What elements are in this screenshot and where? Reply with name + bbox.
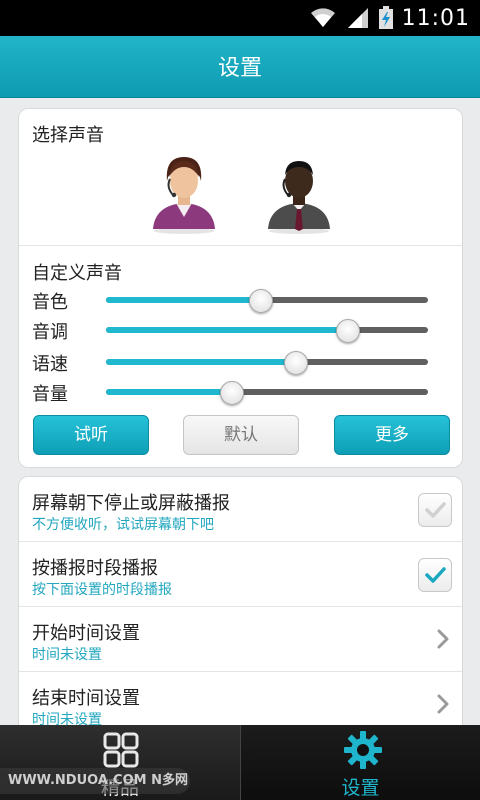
- screen-down-checkbox[interactable]: [418, 493, 452, 527]
- playback-settings-card: 屏幕朝下停止或屏蔽播报 不方便收听，试试屏幕朝下吧 按播报时段播报 按下面设置的…: [18, 476, 463, 728]
- wifi-icon: [310, 8, 335, 27]
- slider-row: 音调: [32, 315, 447, 345]
- row-title: 开始时间设置: [32, 623, 140, 644]
- slider-thumb[interactable]: [335, 319, 360, 343]
- clock: 11:01: [401, 5, 470, 31]
- more-button[interactable]: 更多: [334, 415, 450, 455]
- settings-row-start-time[interactable]: 开始时间设置 时间未设置: [19, 607, 462, 672]
- slider-fill: [106, 297, 261, 303]
- settings-row-time-period[interactable]: 按播报时段播报 按下面设置的时段播报: [19, 542, 462, 607]
- row-title: 结束时间设置: [32, 688, 140, 709]
- default-button[interactable]: 默认: [183, 415, 299, 455]
- check-icon: [425, 502, 446, 518]
- slider-thumb[interactable]: [248, 289, 273, 313]
- tab-settings-label: 设置: [341, 777, 380, 799]
- slider-track[interactable]: [106, 327, 428, 333]
- app-header: 设置: [0, 36, 480, 98]
- settings-row-screen-down[interactable]: 屏幕朝下停止或屏蔽播报 不方便收听，试试屏幕朝下吧: [19, 477, 462, 542]
- status-bar: 11:01: [0, 0, 480, 36]
- row-title: 按播报时段播报: [32, 558, 158, 579]
- slider-row: 语速: [32, 347, 447, 377]
- row-subtitle: 时间未设置: [32, 647, 102, 663]
- tab-settings[interactable]: 设置: [241, 725, 480, 800]
- select-voice-title: 选择声音: [32, 125, 104, 146]
- grid-icon: [103, 732, 139, 768]
- slider-fill: [106, 389, 232, 395]
- slider-row: 音量: [32, 377, 447, 407]
- slider-row: 音色: [32, 285, 447, 315]
- female-voice-avatar[interactable]: [149, 151, 219, 235]
- slider-label: 语速: [32, 354, 68, 375]
- slider-label: 音调: [32, 322, 68, 343]
- row-subtitle: 按下面设置的时段播报: [32, 582, 172, 598]
- slider-thumb[interactable]: [283, 351, 308, 375]
- battery-charging-icon: [378, 6, 393, 29]
- page-title: 设置: [217, 56, 262, 81]
- chevron-right-icon: [437, 629, 449, 649]
- row-title: 屏幕朝下停止或屏蔽播报: [32, 493, 230, 514]
- check-icon: [425, 567, 446, 583]
- slider-track[interactable]: [106, 389, 428, 395]
- try-listen-button[interactable]: 试听: [33, 415, 149, 455]
- slider-fill: [106, 359, 296, 365]
- slider-label: 音色: [32, 292, 68, 313]
- signal-icon: [347, 8, 368, 28]
- male-voice-avatar[interactable]: [264, 151, 334, 235]
- slider-thumb[interactable]: [219, 381, 244, 405]
- chevron-right-icon: [437, 694, 449, 714]
- slider-fill: [106, 327, 348, 333]
- slider-track[interactable]: [106, 359, 428, 365]
- custom-voice-title: 自定义声音: [32, 263, 122, 284]
- time-period-checkbox[interactable]: [418, 558, 452, 592]
- watermark: WWW.NDUOA.COM N多网: [0, 768, 190, 794]
- row-subtitle: 不方便收听，试试屏幕朝下吧: [32, 517, 214, 533]
- section-divider: [19, 245, 462, 246]
- settings-row-end-time[interactable]: 结束时间设置 时间未设置: [19, 672, 462, 727]
- slider-label: 音量: [32, 384, 68, 405]
- gear-icon: [344, 731, 382, 769]
- voice-settings-card: 选择声音 自定义声音 音色音调语速音量 试听 默认 更多: [18, 108, 463, 468]
